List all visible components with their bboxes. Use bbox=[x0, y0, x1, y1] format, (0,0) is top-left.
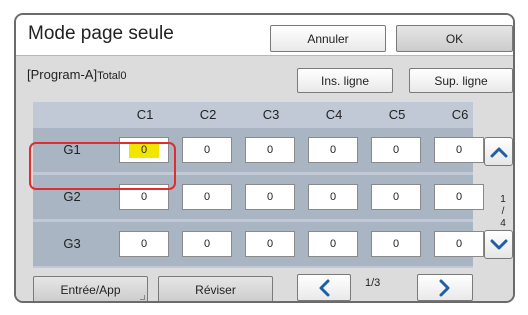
cell-value: 0 bbox=[203, 191, 211, 203]
cell-value: 0 bbox=[329, 144, 337, 156]
chevron-right-icon bbox=[439, 279, 450, 296]
row-page-current: 1 bbox=[500, 194, 506, 205]
column-header-c3: C3 bbox=[262, 107, 280, 122]
dialog-frame: Mode page seule Annuler OK [Program-A]To… bbox=[14, 13, 515, 303]
corner-mark-icon bbox=[140, 295, 145, 300]
table-row: G3 0 0 0 0 0 0 bbox=[33, 222, 484, 266]
cell-value: 0 bbox=[266, 144, 274, 156]
previous-page-button[interactable] bbox=[297, 274, 351, 301]
chevron-left-icon bbox=[319, 279, 330, 296]
column-header-c2: C2 bbox=[199, 107, 217, 122]
cell-g3-c5[interactable]: 0 bbox=[371, 231, 421, 257]
cell-g1-c3[interactable]: 0 bbox=[245, 137, 295, 163]
insert-row-button[interactable]: Ins. ligne bbox=[297, 68, 393, 93]
cell-g3-c1[interactable]: 0 bbox=[119, 231, 169, 257]
cell-value: 0 bbox=[329, 191, 337, 203]
cell-g1-c2[interactable]: 0 bbox=[182, 137, 232, 163]
program-total: Total0 bbox=[97, 70, 127, 82]
column-header-c4: C4 bbox=[325, 107, 343, 122]
chevron-up-icon bbox=[490, 147, 507, 157]
cell-g2-c4[interactable]: 0 bbox=[308, 184, 358, 210]
review-button[interactable]: Réviser bbox=[158, 276, 273, 301]
program-name: [Program-A] bbox=[27, 67, 98, 82]
dialog-footer: Entrée/App Réviser bbox=[16, 273, 513, 301]
entry-app-button[interactable]: Entrée/App bbox=[33, 276, 148, 301]
next-page-button[interactable] bbox=[417, 274, 473, 301]
cell-value: 0 bbox=[392, 238, 400, 250]
cell-value: 0 bbox=[392, 191, 400, 203]
cell-g3-c2[interactable]: 0 bbox=[182, 231, 232, 257]
cancel-button[interactable]: Annuler bbox=[270, 25, 386, 52]
scroll-down-button[interactable] bbox=[484, 230, 513, 259]
chevron-down-icon bbox=[490, 239, 507, 249]
cell-g3-c6[interactable]: 0 bbox=[434, 231, 484, 257]
entry-app-label: Entrée/App bbox=[60, 282, 121, 297]
column-header-c5: C5 bbox=[388, 107, 406, 122]
selection-highlight bbox=[29, 142, 176, 190]
cell-g3-c4[interactable]: 0 bbox=[308, 231, 358, 257]
cell-value: 0 bbox=[455, 144, 463, 156]
page-indicator: 1/3 bbox=[365, 277, 381, 289]
scroll-up-button[interactable] bbox=[484, 137, 513, 166]
program-bar: [Program-A]Total0 Ins. ligne Sup. ligne bbox=[16, 57, 513, 103]
cell-g2-c5[interactable]: 0 bbox=[371, 184, 421, 210]
cell-g2-c3[interactable]: 0 bbox=[245, 184, 295, 210]
cell-value: 0 bbox=[266, 191, 274, 203]
cell-g2-c2[interactable]: 0 bbox=[182, 184, 232, 210]
dialog-header: Mode page seule Annuler OK bbox=[16, 15, 513, 56]
cell-value: 0 bbox=[140, 238, 148, 250]
cell-value: 0 bbox=[266, 238, 274, 250]
row-page-separator: / bbox=[501, 206, 505, 217]
column-header-c1: C1 bbox=[136, 107, 154, 122]
cell-value: 0 bbox=[203, 238, 211, 250]
row-page-total: 4 bbox=[500, 218, 506, 229]
cell-g2-c6[interactable]: 0 bbox=[434, 184, 484, 210]
cell-value: 0 bbox=[329, 238, 337, 250]
ok-button[interactable]: OK bbox=[396, 25, 513, 52]
cell-value: 0 bbox=[203, 144, 211, 156]
row-label-g3: G3 bbox=[63, 236, 81, 251]
column-header-c6: C6 bbox=[451, 107, 469, 122]
cell-g1-c6[interactable]: 0 bbox=[434, 137, 484, 163]
cell-value: 0 bbox=[392, 144, 400, 156]
cell-value: 0 bbox=[140, 191, 148, 203]
delete-row-button[interactable]: Sup. ligne bbox=[409, 68, 513, 93]
cell-g1-c4[interactable]: 0 bbox=[308, 137, 358, 163]
cell-g1-c5[interactable]: 0 bbox=[371, 137, 421, 163]
cell-g3-c3[interactable]: 0 bbox=[245, 231, 295, 257]
row-page-indicator: 1 / 4 bbox=[494, 194, 512, 230]
dialog-title: Mode page seule bbox=[28, 23, 174, 44]
program-label: [Program-A]Total0 bbox=[27, 67, 126, 82]
cell-value: 0 bbox=[455, 191, 463, 203]
cell-value: 0 bbox=[455, 238, 463, 250]
